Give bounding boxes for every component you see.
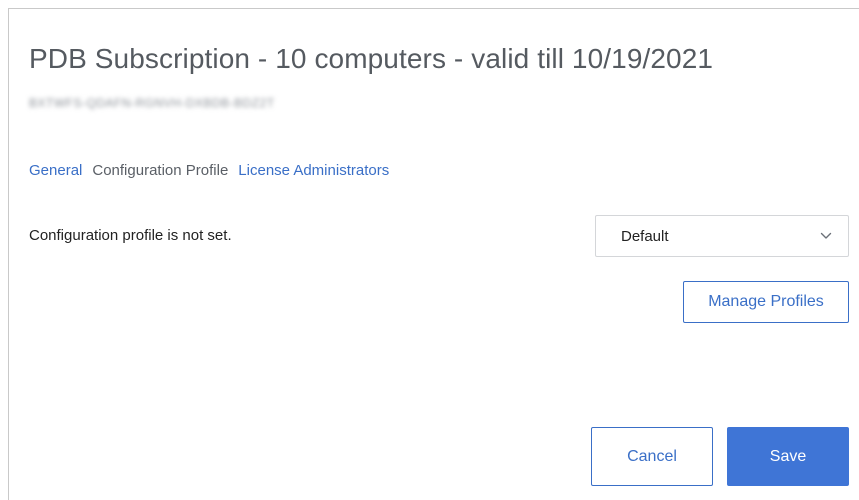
configuration-profile-select[interactable]: Default	[595, 215, 849, 257]
license-key-text: BXTWFS-QDAFN-RGNVH-DXBDB-BDZ2T	[29, 96, 275, 110]
manage-profiles-button[interactable]: Manage Profiles	[683, 281, 849, 323]
subscription-dialog: PDB Subscription - 10 computers - valid …	[8, 8, 859, 500]
cancel-button[interactable]: Cancel	[591, 427, 713, 486]
profile-select-value: Default	[621, 227, 669, 245]
configuration-status-text: Configuration profile is not set.	[29, 227, 232, 244]
tab-bar: General Configuration Profile License Ad…	[29, 162, 389, 179]
dialog-title: PDB Subscription - 10 computers - valid …	[29, 43, 714, 74]
chevron-down-icon	[820, 230, 832, 242]
tab-license-administrators[interactable]: License Administrators	[238, 162, 389, 179]
tab-general[interactable]: General	[29, 162, 82, 179]
save-button[interactable]: Save	[727, 427, 849, 486]
tab-configuration-profile[interactable]: Configuration Profile	[92, 162, 228, 179]
license-key-blurred: BXTWFS-QDAFN-RGNVH-DXBDB-BDZ2T	[29, 95, 369, 111]
